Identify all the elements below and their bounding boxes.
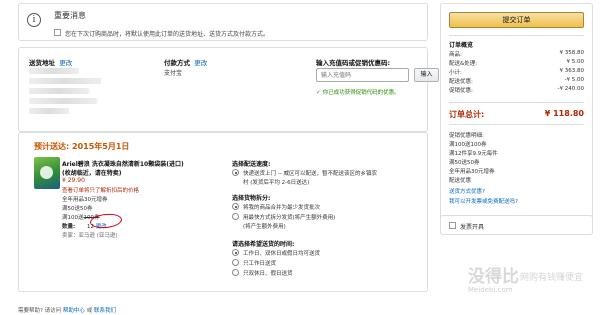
quantity-label: 数量: xyxy=(62,224,76,230)
promo-breakdown-item: 满100送100券 xyxy=(449,142,487,148)
summary-row-items: 商品: ¥ 358.80 xyxy=(449,50,584,58)
shipping-offer-link[interactable]: 送货方式优惠? xyxy=(449,187,485,195)
seller-info: 卖家：亚马逊 (亚马逊) xyxy=(62,233,118,239)
watermark-logo: 没得比 xyxy=(468,267,519,287)
order-total-value: ¥ 118.80 xyxy=(544,109,584,118)
promo-line: 全年用品30元增券 xyxy=(62,197,108,203)
split-option-fastest-radio[interactable] xyxy=(232,213,239,220)
summary-row-label: 小计: xyxy=(449,70,462,76)
summary-row-label: 配送&处理: xyxy=(449,61,478,67)
delivery-estimate: 预计送达: 2015年5月1日 xyxy=(34,141,129,152)
summary-row-promo-discount: 促销优惠: -¥ 240.00 xyxy=(449,86,584,94)
discount-warning: 查看订单将只了解折扣后的价格 xyxy=(62,188,140,194)
time-option-weekend-label: 只双休日、假日送货 xyxy=(243,271,293,277)
product-title[interactable]: Ariel碧浪 洗衣凝珠自然清新10颗袋装(进口) xyxy=(62,159,184,168)
delivery-date: 2015年5月1日 xyxy=(72,142,130,151)
divider xyxy=(449,102,584,103)
notice-title: 重要消息 xyxy=(54,11,86,20)
summary-row-shipping-discount: 配送优惠: -¥ 5.00 xyxy=(449,77,584,85)
speed-option-label-cont: 村 (发货后平均 2-6日送达) xyxy=(243,180,310,186)
watermark-slogan: 网购有钱赚便宜 xyxy=(520,273,584,283)
product-price: ¥ 29.90 xyxy=(62,177,85,184)
summary-heading: 订单概览 xyxy=(449,42,474,49)
speed-option-radio[interactable] xyxy=(232,169,239,176)
split-heading: 选择货物拆分: xyxy=(232,195,271,202)
split-option-fee-note[interactable]: (将产生额外费用) xyxy=(243,222,286,230)
order-summary: 提交订单 订单概览 商品: ¥ 358.80 配送&处理: ¥ 5.00 小计: ¥ … xyxy=(440,3,593,235)
promo-line: 满50送50券 xyxy=(62,206,93,212)
product-subtitle: (枚胡临近，请在特卖) xyxy=(62,170,122,177)
change-payment-link[interactable]: 更改 xyxy=(194,59,207,67)
split-option-fastest-label: 用最快方式拆分发货(将产生额外费用) xyxy=(243,215,336,221)
invoice-checkbox[interactable] xyxy=(449,222,456,229)
promo-breakdown-item: 配送优惠 xyxy=(449,178,472,184)
promo-code-input[interactable] xyxy=(316,68,409,82)
invoice-label: 发票开具 xyxy=(460,224,485,231)
summary-row-shipping: 配送&处理: ¥ 5.00 xyxy=(449,59,584,67)
summary-row-value: -¥ 5.00 xyxy=(564,77,584,83)
promo-breakdown-heading: 促销优惠明细: xyxy=(449,133,484,139)
address-heading-label: 送货地址 xyxy=(29,59,55,67)
split-option-consolidate-label: 将我的商品合并为最少发货批次 xyxy=(243,205,321,211)
help-text-or: 或 xyxy=(86,308,93,314)
invoice-option: 发票开具 xyxy=(440,215,593,235)
promo-success-text: 你已成功获得促销代码的优惠。 xyxy=(322,90,400,96)
summary-row-label: 促销优惠: xyxy=(449,88,473,94)
summary-row-value: ¥ 5.00 xyxy=(566,59,585,65)
info-icon: i xyxy=(27,13,41,27)
time-option-weekday-radio[interactable] xyxy=(232,259,239,266)
apply-promo-button[interactable]: 输入 xyxy=(414,68,439,82)
promo-success-message: ✓ 你已成功获得促销代码的优惠。 xyxy=(316,88,400,96)
promo-breakdown-item: 满12件享9.9元每件 xyxy=(449,151,498,157)
promo-line-prefix: 满100送 xyxy=(62,215,84,221)
address-line-redacted xyxy=(29,68,79,74)
checkout-details: 送货地址 更改 付款方式 更改 支付宝 输入充值码或促销优惠码: 输入 ✓你已成… xyxy=(18,47,439,132)
speed-heading: 选择配送速度: xyxy=(232,161,271,168)
product-image[interactable] xyxy=(34,157,60,189)
order-total-label: 订单总计: xyxy=(449,110,485,119)
remember-settings-checkbox[interactable] xyxy=(54,29,61,36)
delivery-label: 预计送达: xyxy=(34,142,70,151)
payment-method-value: 支付宝 xyxy=(164,70,183,77)
time-option-weekend-radio[interactable] xyxy=(232,269,239,276)
time-option-weekday-label: 只工作日送货 xyxy=(243,261,277,267)
checkmark-icon: ✓ xyxy=(316,90,321,96)
promo-breakdown-item: 满50送50券 xyxy=(449,160,480,166)
summary-row-value: ¥ 358.80 xyxy=(559,50,585,56)
divider xyxy=(449,35,584,36)
address-heading: 送货地址 更改 xyxy=(29,57,72,67)
shipment-section: 预计送达: 2015年5月1日 xyxy=(18,132,428,292)
payment-heading-label: 付款方式 xyxy=(164,59,190,67)
help-text: 需要帮助? 请访问 xyxy=(18,308,62,314)
important-notice: i 重要消息 您在下次订购商品时，将默认使用此订单的送货地址、送货方式及付款方式… xyxy=(18,3,428,41)
speed-option-label: 快递送货上门 -- 威区可以配送，暂不配送该区的乡镇农 xyxy=(243,171,377,177)
invoice-free-shipping-link[interactable]: 我可以开发票或免费配送吗? xyxy=(449,197,518,205)
split-option-consolidate-radio[interactable] xyxy=(232,203,239,210)
summary-row-value: ¥ 363.80 xyxy=(559,68,585,74)
summary-row-value: -¥ 240.00 xyxy=(557,86,584,92)
divider xyxy=(449,124,584,125)
watermark-domain: Meidebi.com xyxy=(468,286,513,294)
promo-breakdown-item: 全年用品30元增券 xyxy=(449,169,495,175)
summary-row-subtotal: 小计: ¥ 363.80 xyxy=(449,68,584,76)
address-line-redacted xyxy=(29,88,89,94)
time-option-any-label: 工作日、双休日或假日均可送货 xyxy=(243,251,321,257)
address-line-redacted xyxy=(29,108,69,114)
help-footer: 需要帮助? 请访问 帮助中心 或 联系我们 xyxy=(18,306,116,314)
time-heading: 请选择希望送货的时间: xyxy=(232,241,295,248)
summary-row-label: 配送优惠: xyxy=(449,79,473,85)
order-total: 订单总计: ¥ 118.80 xyxy=(449,109,584,120)
promo-heading: 输入充值码或促销优惠码: xyxy=(316,59,391,67)
help-center-link[interactable]: 帮助中心 xyxy=(63,308,85,314)
change-address-link[interactable]: 更改 xyxy=(59,59,72,67)
summary-row-label: 商品: xyxy=(449,52,462,58)
remember-settings-label: 您在下次订购商品时，将默认使用此订单的送货地址、送货方式及付款方式。 xyxy=(65,31,270,38)
place-order-button[interactable]: 提交订单 xyxy=(449,12,584,28)
time-option-any-radio[interactable] xyxy=(232,249,239,256)
payment-heading: 付款方式 更改 xyxy=(164,57,207,67)
address-line-redacted xyxy=(29,78,101,84)
contact-us-link[interactable]: 联系我们 xyxy=(94,308,116,314)
address-line-redacted xyxy=(29,98,97,104)
